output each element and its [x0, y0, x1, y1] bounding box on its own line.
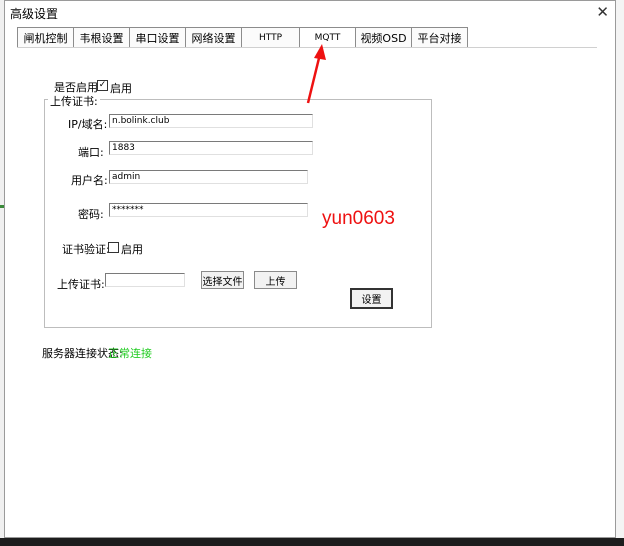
title-bar: 高级设置 ✕ — [5, 1, 615, 23]
cert-verify-label: 证书验证: — [62, 243, 110, 256]
cert-verify-checkbox[interactable] — [108, 242, 119, 253]
enable-checkbox[interactable]: ✓ — [97, 80, 108, 91]
tab-serial-settings[interactable]: 串口设置 — [129, 27, 186, 47]
tab-video-osd[interactable]: 视频OSD — [355, 27, 412, 47]
username-label: 用户名: — [71, 174, 108, 187]
groupbox-title: 上传证书: — [48, 93, 100, 109]
port-input[interactable]: 1883 — [109, 141, 313, 155]
upload-button[interactable]: 上传 — [254, 271, 297, 289]
cert-verify-checkbox-label: 启用 — [121, 243, 143, 256]
username-input[interactable]: admin — [109, 170, 308, 184]
tab-wiegand-settings[interactable]: 韦根设置 — [73, 27, 130, 47]
choose-file-button[interactable]: 选择文件 — [201, 271, 244, 289]
enable-checkbox-label: 启用 — [110, 82, 132, 95]
upload-cert-input[interactable] — [105, 273, 185, 287]
background-taskbar — [0, 538, 624, 546]
background-app-right — [615, 0, 624, 546]
tab-platform-integration[interactable]: 平台对接 — [411, 27, 468, 47]
arrow-annotation-icon — [306, 44, 326, 104]
upload-cert-label: 上传证书: — [57, 278, 105, 291]
ip-label: IP/域名: — [68, 118, 108, 131]
ip-input[interactable]: n.bolink.club — [109, 114, 313, 128]
tab-gate-control[interactable]: 闸机控制 — [17, 27, 74, 47]
password-input[interactable]: ******* — [109, 203, 308, 217]
settings-button[interactable]: 设置 — [350, 288, 393, 309]
watermark-annotation: yun0603 — [322, 208, 395, 229]
tab-bar: 闸机控制 韦根设置 串口设置 网络设置 HTTP MQTT 视频OSD 平台对接 — [17, 27, 468, 47]
tab-network-settings[interactable]: 网络设置 — [185, 27, 242, 47]
close-icon[interactable]: ✕ — [596, 3, 609, 21]
tab-http[interactable]: HTTP — [241, 27, 300, 47]
password-label: 密码: — [78, 208, 104, 221]
port-label: 端口: — [78, 146, 104, 159]
server-status-value: 正常连接 — [108, 347, 152, 360]
window-title: 高级设置 — [10, 7, 59, 21]
